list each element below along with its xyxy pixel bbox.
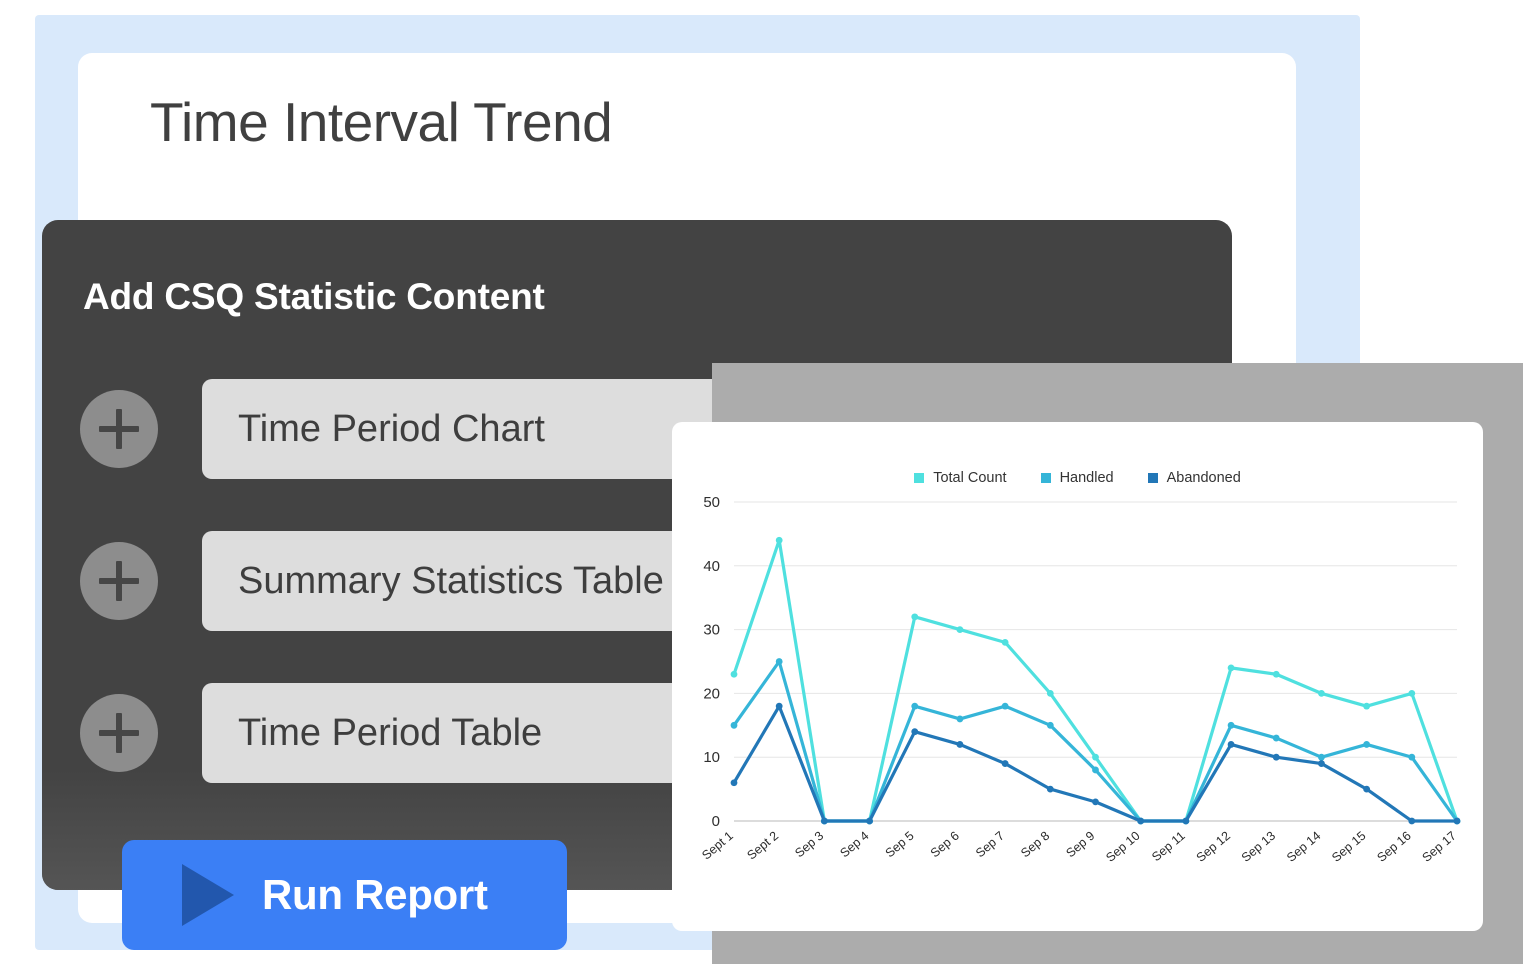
x-axis-tick-label: Sep 5: [883, 829, 917, 861]
x-axis-tick-label: Sep 10: [1103, 829, 1142, 865]
page-title: Time Interval Trend: [150, 91, 613, 153]
y-axis-tick-label: 40: [703, 558, 720, 575]
x-axis-tick-label: Sep 13: [1239, 829, 1278, 865]
data-point[interactable]: [1227, 721, 1235, 729]
x-axis-tick-label: Sep 17: [1420, 829, 1459, 865]
panel-heading: Add CSQ Statistic Content: [83, 276, 545, 317]
plus-icon-vertical-bar: [116, 409, 122, 449]
data-point[interactable]: [1272, 753, 1280, 761]
y-axis-tick-label: 10: [703, 749, 720, 766]
screenshot-root: Time Interval Trend Add CSQ Statistic Co…: [0, 0, 1523, 964]
y-axis-tick-label: 0: [712, 813, 720, 830]
x-axis-tick-label: Sep 8: [1018, 829, 1052, 861]
y-axis-tick-label: 50: [703, 494, 720, 511]
data-point[interactable]: [911, 613, 919, 621]
series-line-handled: [732, 659, 1459, 823]
plus-icon-vertical-bar: [116, 713, 122, 753]
data-point[interactable]: [1092, 766, 1099, 774]
data-point[interactable]: [1227, 741, 1235, 748]
y-axis-tick-label: 20: [703, 685, 720, 702]
x-axis-tick-label: Sep 12: [1194, 829, 1233, 865]
data-point[interactable]: [1001, 638, 1009, 646]
data-point[interactable]: [1363, 785, 1371, 793]
data-point[interactable]: [956, 741, 964, 748]
data-point[interactable]: [956, 715, 964, 723]
data-point[interactable]: [956, 626, 964, 633]
data-point[interactable]: [1182, 817, 1190, 825]
data-point[interactable]: [1408, 690, 1416, 697]
x-axis-tick-label: Sep 15: [1329, 829, 1368, 865]
x-axis-tick-label: Sept 2: [744, 829, 781, 863]
x-axis-tick-label: Sep 16: [1374, 829, 1413, 865]
data-point[interactable]: [866, 817, 873, 825]
data-point[interactable]: [775, 658, 783, 665]
data-point[interactable]: [1363, 741, 1371, 748]
data-point[interactable]: [1318, 753, 1325, 761]
data-point[interactable]: [1001, 702, 1009, 710]
data-point[interactable]: [1046, 721, 1054, 729]
x-axis-tick-label: Sept 1: [699, 829, 736, 863]
x-axis-tick-label: Sep 4: [837, 829, 871, 861]
x-axis-tick-label: Sep 14: [1284, 829, 1323, 865]
time-period-chart-card: Total Count Handled Abandoned 0 10 20 30 40 5…: [672, 422, 1483, 931]
data-point[interactable]: [911, 728, 919, 736]
plus-icon-vertical-bar: [116, 561, 122, 601]
data-point[interactable]: [1408, 753, 1416, 761]
data-point[interactable]: [1453, 817, 1461, 825]
data-point[interactable]: [775, 702, 783, 710]
data-point[interactable]: [730, 721, 738, 729]
play-icon: [182, 864, 234, 926]
data-point[interactable]: [1137, 817, 1145, 825]
plus-icon[interactable]: [80, 694, 158, 772]
data-point[interactable]: [730, 670, 738, 678]
plus-icon[interactable]: [80, 542, 158, 620]
data-point[interactable]: [820, 817, 828, 825]
data-point[interactable]: [1318, 760, 1325, 767]
data-point[interactable]: [1272, 670, 1280, 678]
x-axis-tick-label: Sep 7: [973, 829, 1007, 861]
data-point[interactable]: [1092, 798, 1099, 806]
data-point[interactable]: [775, 536, 783, 544]
x-axis-tick-label: Sep 6: [928, 829, 962, 861]
data-point[interactable]: [1046, 785, 1054, 793]
chart-plot-area: 0 10 20 30 40 50 Sept 1 Sept 2 Sep 3 Sep 4 Sep 5 Se…: [672, 422, 1483, 931]
data-point[interactable]: [1363, 702, 1371, 710]
data-point[interactable]: [1001, 760, 1009, 767]
run-report-label: Run Report: [262, 871, 488, 918]
line-chart-svg: 0 10 20 30 40 50 Sept 1 Sept 2 Sep 3 Sep 4 Sep 5 Se…: [699, 494, 1461, 865]
data-point[interactable]: [1092, 753, 1099, 761]
data-point[interactable]: [1227, 664, 1235, 672]
run-report-button[interactable]: Run Report: [122, 840, 567, 950]
x-axis-tick-label: Sep 3: [792, 829, 826, 861]
y-axis-tick-label: 30: [703, 622, 720, 639]
x-axis-tick-label: Sep 9: [1063, 829, 1097, 861]
data-point[interactable]: [1318, 690, 1325, 697]
data-point[interactable]: [911, 702, 919, 710]
data-point[interactable]: [730, 779, 738, 787]
data-point[interactable]: [1408, 817, 1416, 825]
x-axis-tick-label: Sep 11: [1149, 829, 1188, 865]
data-point[interactable]: [1272, 734, 1280, 742]
plus-icon[interactable]: [80, 390, 158, 468]
data-point[interactable]: [1046, 690, 1054, 697]
